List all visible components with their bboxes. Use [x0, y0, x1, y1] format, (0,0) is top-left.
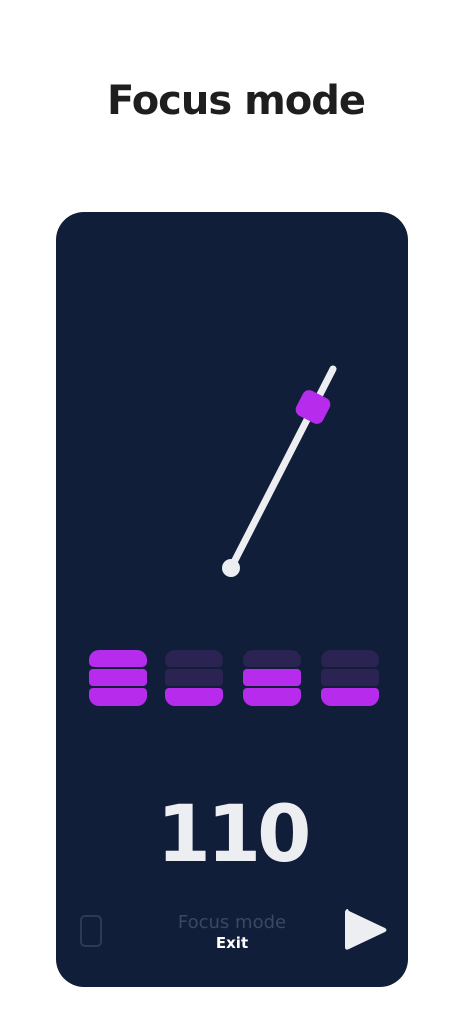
tempo-value[interactable]: 110	[56, 790, 408, 880]
beat-segment	[165, 688, 223, 706]
beat-indicator-2[interactable]	[165, 650, 223, 706]
beat-segment	[89, 650, 147, 667]
beat-segment	[321, 688, 379, 706]
beat-segment	[89, 669, 147, 686]
page: Focus mode 110 Focus mode Exit	[0, 0, 472, 1024]
beat-segment	[243, 669, 301, 686]
beat-segment	[165, 650, 223, 667]
beat-indicator-1[interactable]	[89, 650, 147, 706]
beat-segment	[243, 650, 301, 667]
beat-meter	[89, 650, 379, 706]
metronome-card: 110 Focus mode Exit	[56, 212, 408, 987]
page-title: Focus mode	[106, 78, 366, 124]
beat-segment	[89, 688, 147, 706]
play-icon[interactable]	[342, 906, 390, 954]
beat-segment	[243, 688, 301, 706]
beat-indicator-3[interactable]	[243, 650, 301, 706]
exit-button[interactable]: Exit	[197, 934, 267, 952]
pendulum-pivot	[222, 559, 240, 577]
beat-segment	[321, 650, 379, 667]
beat-segment	[321, 669, 379, 686]
beat-segment	[165, 669, 223, 686]
pendulum-weight[interactable]	[293, 388, 332, 427]
beat-indicator-4[interactable]	[321, 650, 379, 706]
